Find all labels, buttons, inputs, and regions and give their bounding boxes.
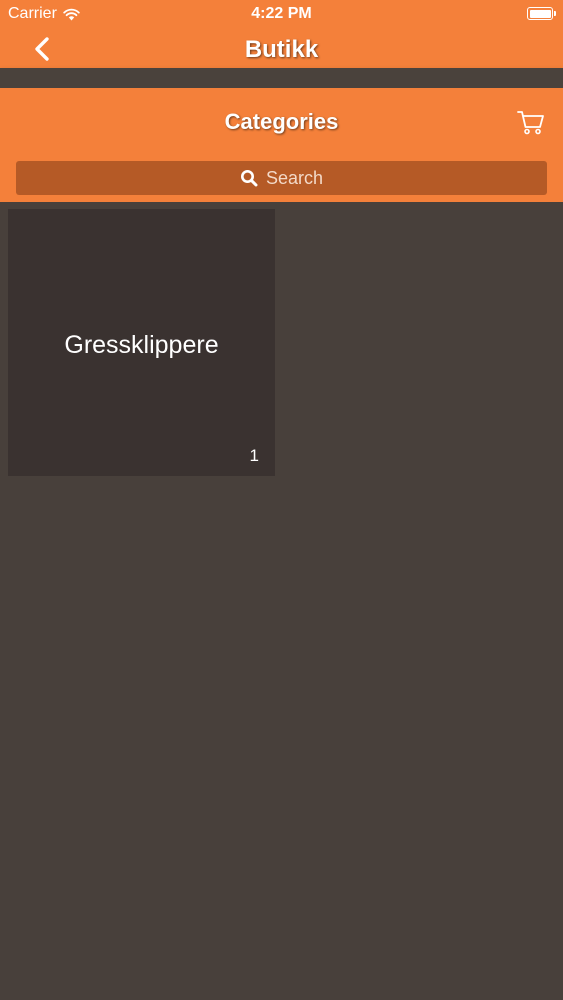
page-title: Butikk — [244, 36, 319, 63]
categories-header: Categories Search — [0, 88, 563, 202]
status-bar: Carrier 4:22 PM — [0, 0, 563, 28]
battery-level — [529, 9, 551, 18]
search-icon — [240, 170, 258, 187]
categories-title: Categories — [224, 109, 339, 134]
cart-button[interactable] — [516, 108, 546, 136]
category-count: 1 — [249, 446, 259, 465]
category-tile[interactable]: Gressklippere 1 — [8, 209, 275, 476]
cart-icon — [517, 111, 544, 135]
search-input[interactable]: Search — [16, 161, 547, 195]
battery-icon — [527, 7, 556, 20]
category-name: Gressklippere — [64, 331, 219, 359]
navigation-bar: Butikk — [0, 28, 563, 68]
nav-divider — [0, 68, 563, 88]
status-time: 4:22 PM — [251, 5, 312, 22]
search-placeholder: Search — [265, 167, 324, 188]
